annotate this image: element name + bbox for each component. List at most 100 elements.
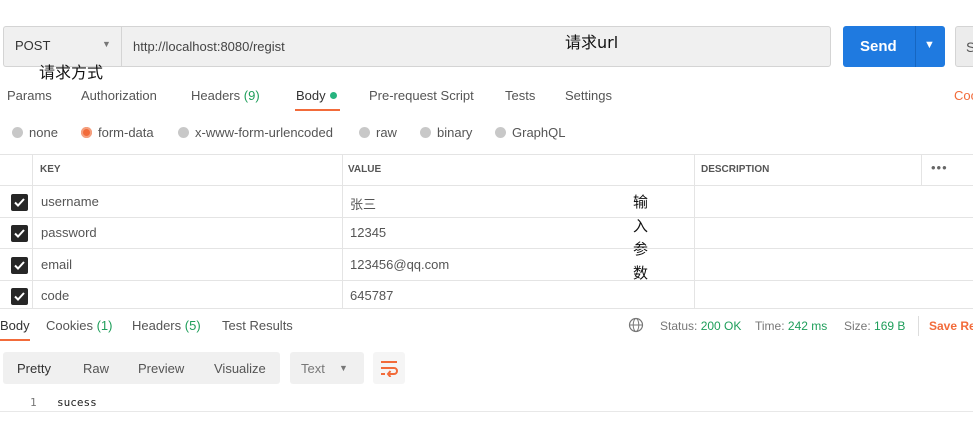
checkmark-icon [14,261,25,270]
radio-graphql[interactable]: GraphQL [495,125,565,140]
radio-binary-label: binary [437,125,473,140]
table-col-divider [921,154,922,185]
radio-form-data-label: form-data [98,125,154,140]
table-col-divider [32,154,33,309]
save-label: S [966,39,973,55]
save-response-button[interactable]: Save Re [929,319,973,333]
tab-body[interactable]: Body [296,88,337,103]
view-pretty[interactable]: Pretty [17,361,51,376]
radio-graphql-label: GraphQL [512,125,566,140]
column-header-key: KEY [40,164,61,175]
wrap-lines-icon [381,361,398,377]
tab-headers[interactable]: Headers (9) [191,88,260,103]
view-preview[interactable]: Preview [138,361,184,376]
view-raw[interactable]: Raw [83,361,109,376]
view-visualize[interactable]: Visualize [214,361,266,376]
radio-none[interactable]: none [12,125,58,140]
send-divider [915,26,916,67]
response-body[interactable]: 1 sucess [0,393,973,412]
status-label: Status: [660,319,698,333]
send-label: Send [860,38,897,55]
send-options-chevron-icon[interactable]: ▼ [924,39,935,51]
response-tab-body-underline [0,339,30,341]
checkmark-icon [14,198,25,207]
tab-headers-label: Headers [191,88,241,103]
param-value[interactable]: 12345 [350,225,386,240]
size-value: 169 B [874,319,906,333]
url-text: http://localhost:8080/regist [133,39,285,54]
radio-urlencoded[interactable]: x-www-form-urlencoded [178,125,333,140]
row-checkbox-email[interactable] [11,257,28,274]
globe-icon[interactable] [628,317,644,338]
table-divider [0,154,973,155]
param-value[interactable]: 645787 [350,288,393,303]
response-tab-cookies[interactable]: Cookies (1) [46,318,112,333]
response-tab-headers-count: (5) [184,318,201,333]
body-indicator-dot [329,92,337,99]
response-tab-cookies-count: (1) [96,318,113,333]
table-divider [0,185,973,186]
tab-authorization[interactable]: Authorization [81,88,157,103]
time-label: Time: [755,319,785,333]
table-more-options[interactable]: ••• [931,160,948,175]
response-tab-cookies-label: Cookies [46,318,93,333]
response-tab-body[interactable]: Body [0,318,30,333]
save-button[interactable]: S [955,26,973,67]
table-divider [0,280,973,281]
table-col-divider [342,154,343,309]
radio-dot-selected [81,127,92,138]
response-text: sucess [57,396,97,409]
tab-body-label: Body [296,88,326,103]
radio-form-data[interactable]: form-data [81,125,154,140]
tab-pre-request-script[interactable]: Pre-request Script [369,88,474,103]
tab-settings[interactable]: Settings [565,88,612,103]
param-value[interactable]: 123456@qq.com [350,257,449,272]
view-mode-group: Pretty Raw Preview Visualize [3,352,280,384]
line-number: 1 [30,396,37,409]
tab-params[interactable]: Params [7,88,52,103]
tab-body-underline [295,109,340,111]
table-divider [0,248,973,249]
meta-divider [918,316,919,336]
url-input[interactable]: http://localhost:8080/regist [121,26,831,67]
param-value[interactable]: 张三 [350,194,376,213]
wrap-lines-button[interactable] [373,352,405,384]
radio-none-label: none [29,125,58,140]
tab-tests[interactable]: Tests [505,88,535,103]
size-label: Size: [844,319,871,333]
chevron-down-icon: ▼ [102,39,111,49]
param-key[interactable]: password [41,225,97,240]
method-label: POST [15,38,51,53]
table-divider [0,217,973,218]
checkmark-icon [14,229,25,238]
time-value: 242 ms [787,319,828,333]
status-value: 200 OK [700,319,742,333]
response-tab-headers-label: Headers [132,318,182,333]
form-data-table: KEY VALUE DESCRIPTION ••• username 张三 pa… [0,154,973,309]
send-button[interactable]: Send ▼ [843,26,945,67]
table-divider [0,308,973,309]
response-tab-headers[interactable]: Headers (5) [132,318,201,333]
radio-dot [420,127,431,138]
column-header-description: DESCRIPTION [701,164,770,175]
size-meta: Size: 169 B [844,319,905,333]
row-checkbox-password[interactable] [11,225,28,242]
format-select[interactable]: Text ▼ [290,352,364,384]
response-tab-test-results[interactable]: Test Results [222,318,293,333]
param-key[interactable]: username [41,194,99,209]
radio-dot [178,127,189,138]
table-col-divider [694,154,695,309]
status-meta: Status: 200 OK [660,319,741,333]
checkmark-icon [14,292,25,301]
radio-raw[interactable]: raw [359,125,397,140]
cookies-link[interactable]: Coo [954,88,973,103]
param-key[interactable]: code [41,288,69,303]
row-checkbox-code[interactable] [11,288,28,305]
row-checkbox-username[interactable] [11,194,28,211]
chevron-down-icon: ▼ [339,363,348,373]
radio-dot [359,127,370,138]
param-key[interactable]: email [41,257,72,272]
time-meta: Time: 242 ms [755,319,827,333]
tab-headers-count: (9) [243,88,260,103]
radio-binary[interactable]: binary [420,125,472,140]
